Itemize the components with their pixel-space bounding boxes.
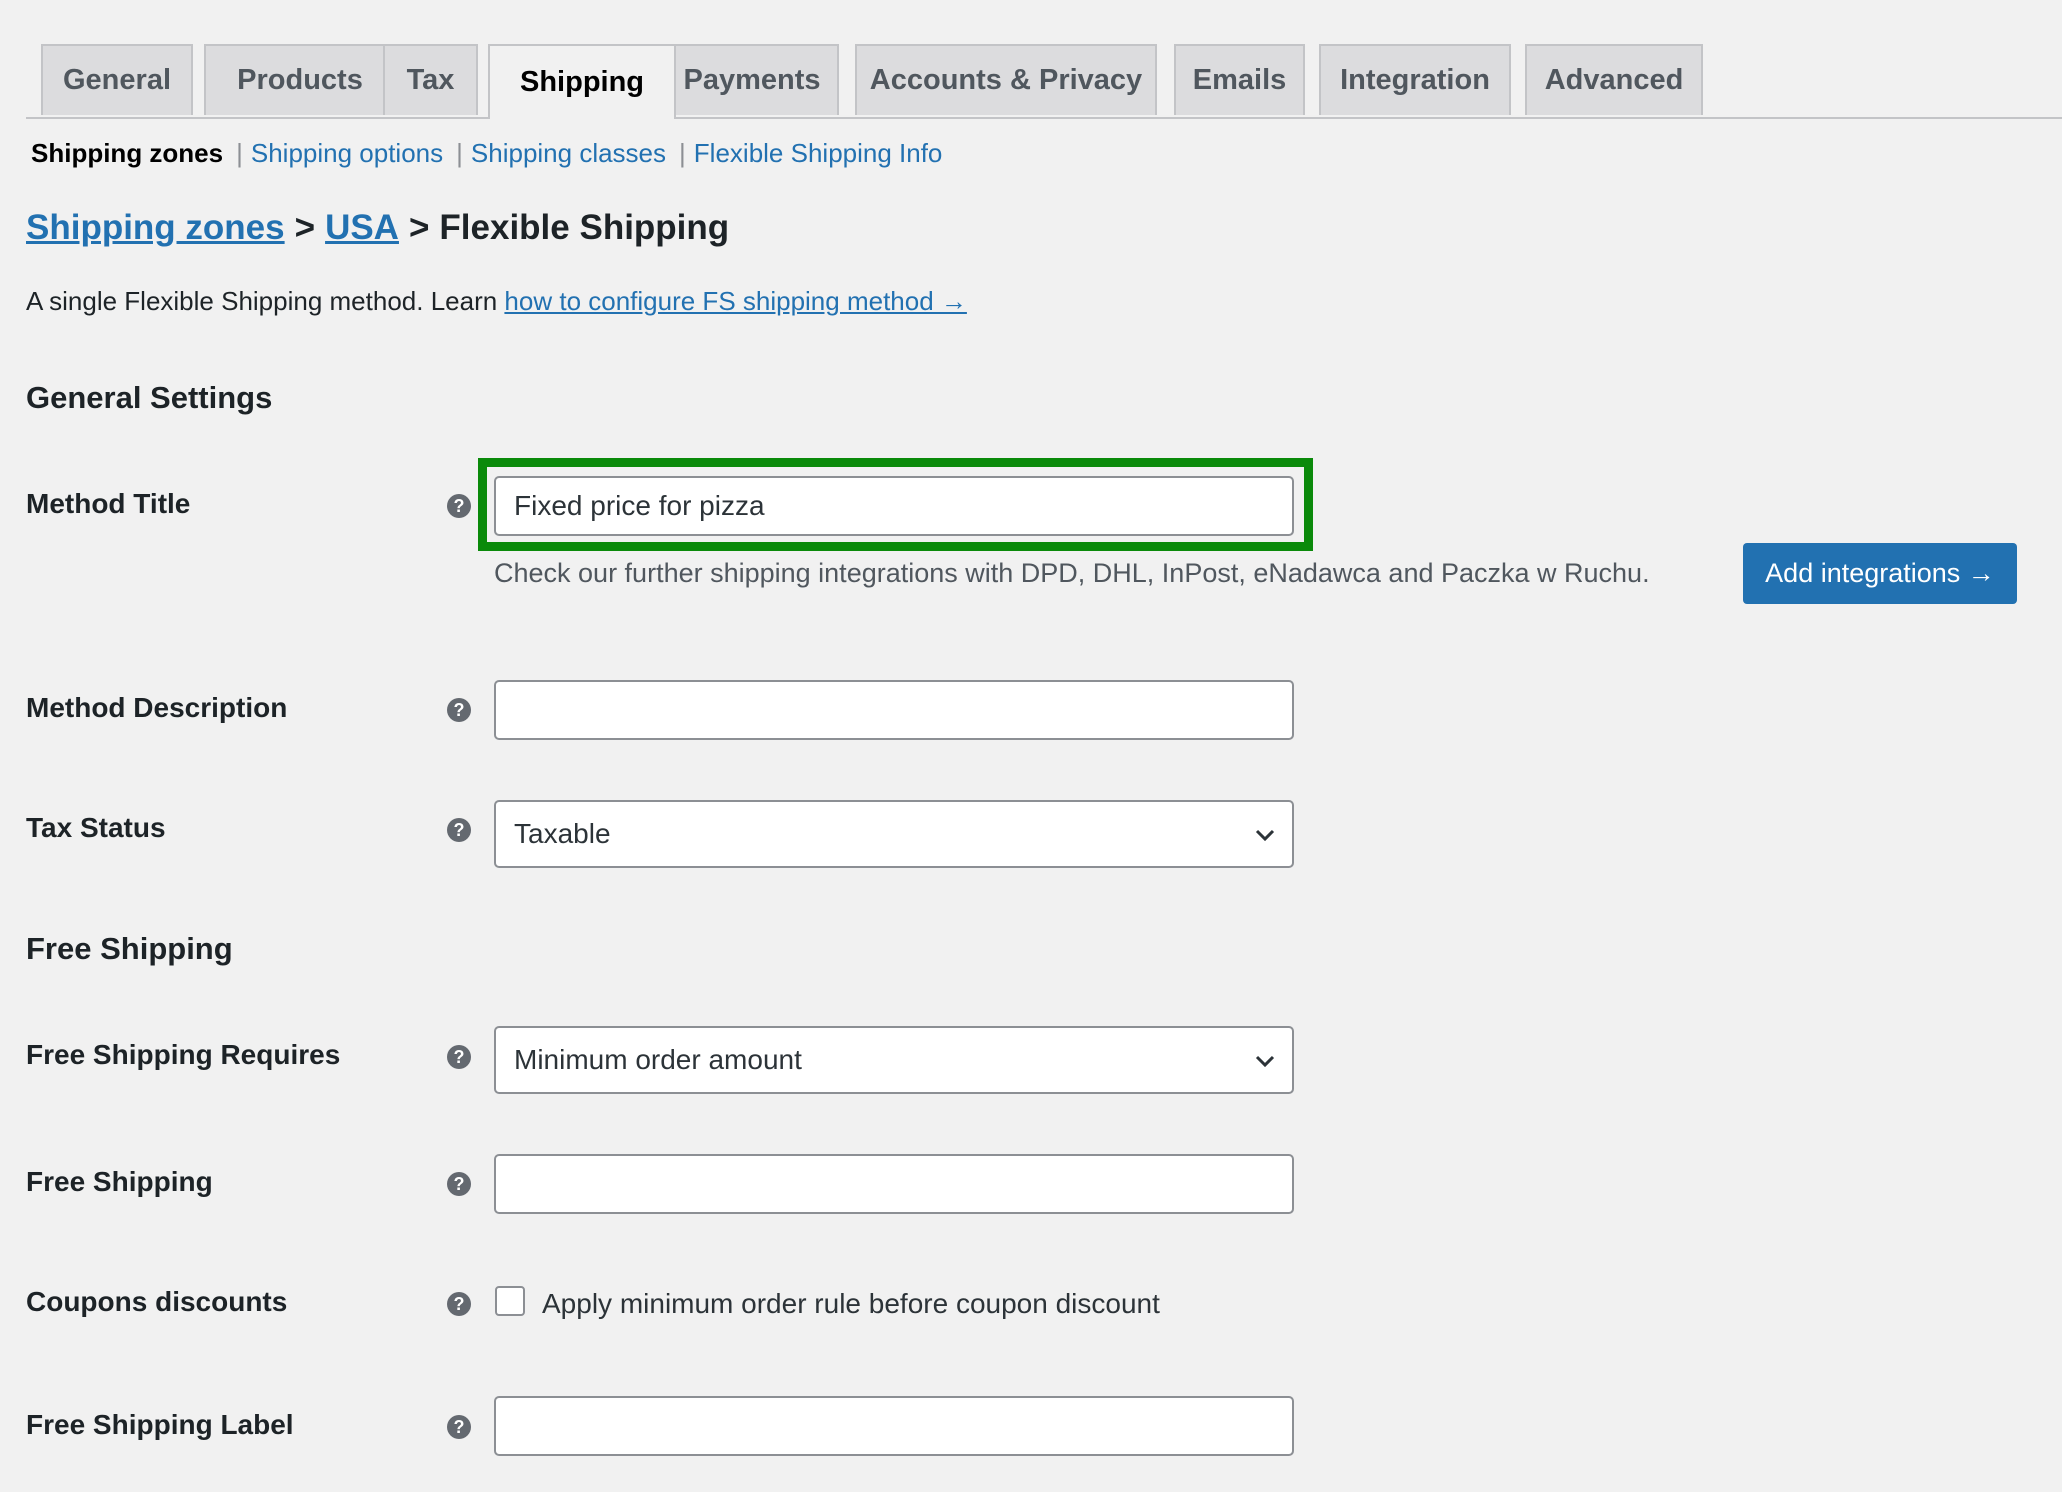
intro-text: A single Flexible Shipping method. Learn <box>26 286 505 316</box>
chevron-down-icon <box>1255 1055 1275 1068</box>
help-icon[interactable]: ? <box>447 818 471 842</box>
help-icon[interactable]: ? <box>447 494 471 518</box>
method-description-label: Method Description <box>26 692 288 723</box>
subnav-separator: | <box>679 138 686 168</box>
chevron-down-icon <box>1255 829 1275 842</box>
highlight-frame <box>478 458 1313 551</box>
free-shipping-requires-select[interactable]: Minimum order amount <box>494 1026 1294 1094</box>
tax-status-label: Tax Status <box>26 812 166 843</box>
free-shipping-label-label: Free Shipping Label <box>26 1409 294 1440</box>
help-icon[interactable]: ? <box>447 698 471 722</box>
help-icon[interactable]: ? <box>447 1172 471 1196</box>
free-shipping-label-input[interactable] <box>494 1396 1294 1456</box>
free-shipping-amount-input[interactable] <box>494 1154 1294 1214</box>
breadcrumb-separator: > <box>294 208 316 247</box>
coupons-discounts-label: Coupons discounts <box>26 1286 288 1317</box>
method-description-input[interactable] <box>494 680 1294 740</box>
integrations-description: Check our further shipping integrations … <box>494 558 1650 588</box>
subnav-flexible-shipping-info[interactable]: Flexible Shipping Info <box>694 138 943 169</box>
tab-shipping[interactable]: Shipping <box>488 44 676 119</box>
help-icon[interactable]: ? <box>447 1292 471 1316</box>
help-icon[interactable]: ? <box>447 1045 471 1069</box>
coupon-rule-checkbox-label[interactable]: Apply minimum order rule before coupon d… <box>542 1288 1160 1320</box>
free-shipping-label: Free Shipping <box>26 1166 213 1197</box>
subnav-shipping-zones: Shipping zones <box>31 138 224 168</box>
coupon-rule-checkbox[interactable] <box>495 1286 525 1316</box>
breadcrumb: Shipping zones > USA > Flexible Shipping <box>26 208 729 248</box>
shipping-subnav: Shipping zones | Shipping options | Ship… <box>31 138 942 169</box>
tab-accounts-privacy[interactable]: Accounts & Privacy <box>855 44 1157 115</box>
tax-status-value: Taxable <box>514 818 611 849</box>
add-integrations-button[interactable]: Add integrations → <box>1743 543 2017 604</box>
tab-payments[interactable]: Payments <box>665 44 839 115</box>
tab-emails[interactable]: Emails <box>1174 44 1305 115</box>
tab-products[interactable]: Products <box>204 44 396 115</box>
subnav-separator: | <box>456 138 463 168</box>
configure-guide-link[interactable]: how to configure FS shipping method → <box>504 286 966 316</box>
section-general-settings: General Settings <box>26 380 273 415</box>
tab-integration[interactable]: Integration <box>1319 44 1511 115</box>
subnav-separator: | <box>236 138 243 168</box>
tab-general[interactable]: General <box>41 44 193 115</box>
help-icon[interactable]: ? <box>447 1415 471 1439</box>
breadcrumb-usa-link[interactable]: USA <box>325 208 399 247</box>
breadcrumb-shipping-zones-link[interactable]: Shipping zones <box>26 208 285 247</box>
page-title: Flexible Shipping <box>439 208 730 247</box>
breadcrumb-separator: > <box>408 208 430 247</box>
tab-tax[interactable]: Tax <box>383 44 478 115</box>
method-intro: A single Flexible Shipping method. Learn… <box>26 286 967 317</box>
settings-tab-bar: General Products Tax Shipping Payments A… <box>26 44 2062 119</box>
tax-status-select[interactable]: Taxable <box>494 800 1294 868</box>
free-shipping-requires-value: Minimum order amount <box>514 1044 802 1075</box>
section-free-shipping: Free Shipping <box>26 931 233 966</box>
subnav-shipping-classes[interactable]: Shipping classes <box>471 138 666 169</box>
free-shipping-requires-label: Free Shipping Requires <box>26 1039 341 1070</box>
subnav-shipping-options[interactable]: Shipping options <box>251 138 443 169</box>
tab-advanced[interactable]: Advanced <box>1525 44 1703 115</box>
method-title-label: Method Title <box>26 488 191 519</box>
